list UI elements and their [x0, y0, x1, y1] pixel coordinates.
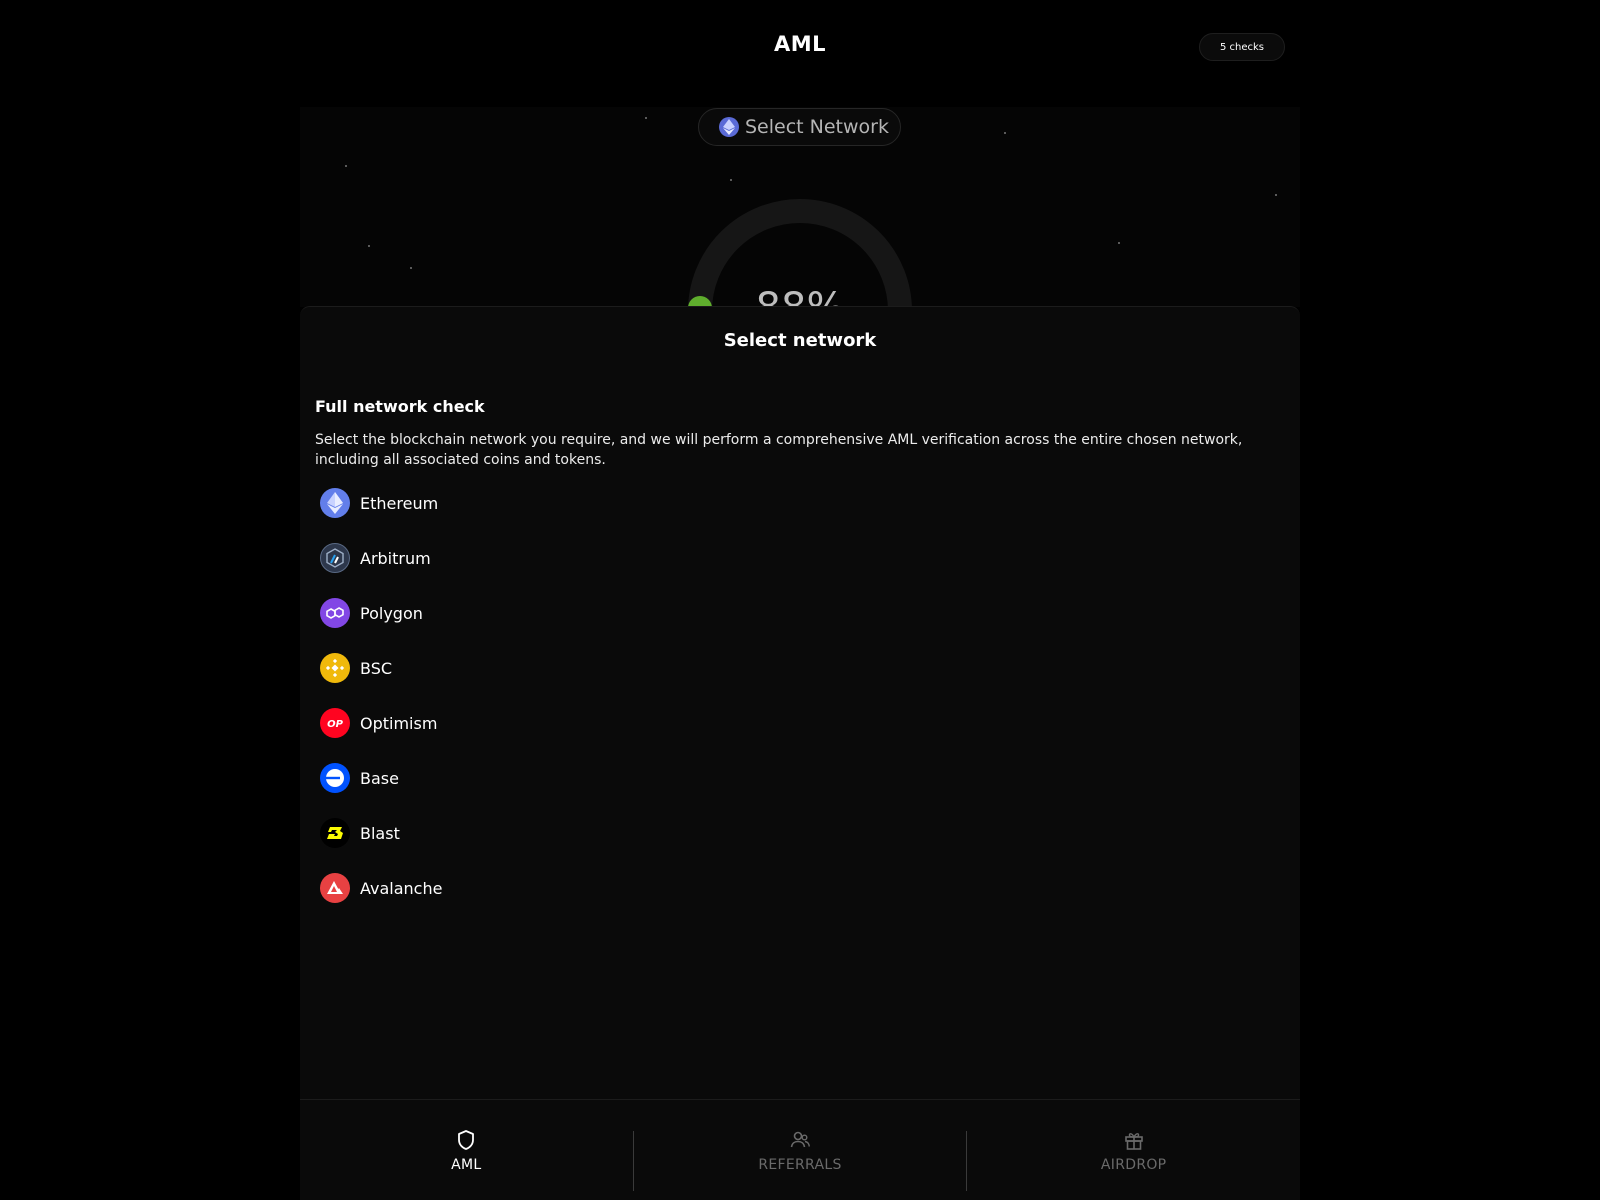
star — [730, 179, 732, 181]
star — [368, 245, 370, 247]
star — [1275, 194, 1277, 196]
star — [410, 267, 412, 269]
network-item-blast[interactable]: Blast — [320, 818, 720, 848]
shield-icon — [458, 1129, 475, 1150]
network-item-optimism[interactable]: OP Optimism — [320, 708, 720, 738]
star — [645, 117, 647, 119]
ethereum-icon — [320, 488, 350, 518]
avalanche-icon — [320, 873, 350, 903]
select-network-label: Select Network — [745, 116, 889, 138]
network-label: Polygon — [360, 603, 423, 623]
select-network-sheet: Select network Full network check Select… — [300, 306, 1300, 1101]
app-root: AML 5 checks 88% Select Network Select n… — [0, 0, 1600, 1200]
network-item-base[interactable]: Base — [320, 763, 720, 793]
tab-referrals[interactable]: REFERRALS — [634, 1100, 967, 1200]
network-item-ethereum[interactable]: Ethereum — [320, 488, 720, 518]
tab-label: AIRDROP — [1100, 1156, 1167, 1173]
checks-badge[interactable]: 5 checks — [1199, 33, 1285, 61]
gift-icon — [1124, 1132, 1143, 1150]
star — [345, 165, 347, 167]
select-network-button[interactable]: Select Network — [698, 108, 901, 146]
star — [1118, 242, 1120, 244]
network-item-polygon[interactable]: Polygon — [320, 598, 720, 628]
network-label: Avalanche — [360, 878, 443, 898]
blast-icon — [320, 818, 350, 848]
bsc-icon — [320, 653, 350, 683]
optimism-icon: OP — [320, 708, 350, 738]
arbitrum-icon — [320, 543, 350, 573]
network-item-arbitrum[interactable]: Arbitrum — [320, 543, 720, 573]
network-item-bsc[interactable]: BSC — [320, 653, 720, 683]
tab-label: AML — [451, 1156, 482, 1173]
star — [1004, 132, 1006, 134]
network-label: BSC — [360, 658, 393, 678]
network-label: Base — [360, 768, 399, 788]
base-icon — [320, 763, 350, 793]
network-label: Ethereum — [360, 493, 439, 513]
users-icon — [790, 1131, 810, 1147]
section-heading: Full network check — [315, 397, 485, 416]
bottom-navigation: AML REFERRALS AIRDROP — [300, 1099, 1300, 1200]
network-label: Optimism — [360, 713, 438, 733]
network-label: Arbitrum — [360, 548, 431, 568]
svg-text:OP: OP — [327, 719, 344, 729]
network-list: Ethereum Arbitrum Polygon BSC OP Optimis… — [320, 488, 720, 928]
tab-airdrop[interactable]: AIRDROP — [967, 1100, 1300, 1200]
sheet-title: Select network — [723, 330, 877, 351]
section-description: Select the blockchain network you requir… — [315, 432, 1243, 468]
ethereum-icon — [719, 117, 739, 137]
network-item-avalanche[interactable]: Avalanche — [320, 873, 720, 903]
polygon-icon — [320, 598, 350, 628]
tab-label: REFERRALS — [758, 1156, 842, 1173]
page-title: AML — [773, 32, 827, 56]
tab-aml[interactable]: AML — [300, 1100, 633, 1200]
network-label: Blast — [360, 823, 400, 843]
